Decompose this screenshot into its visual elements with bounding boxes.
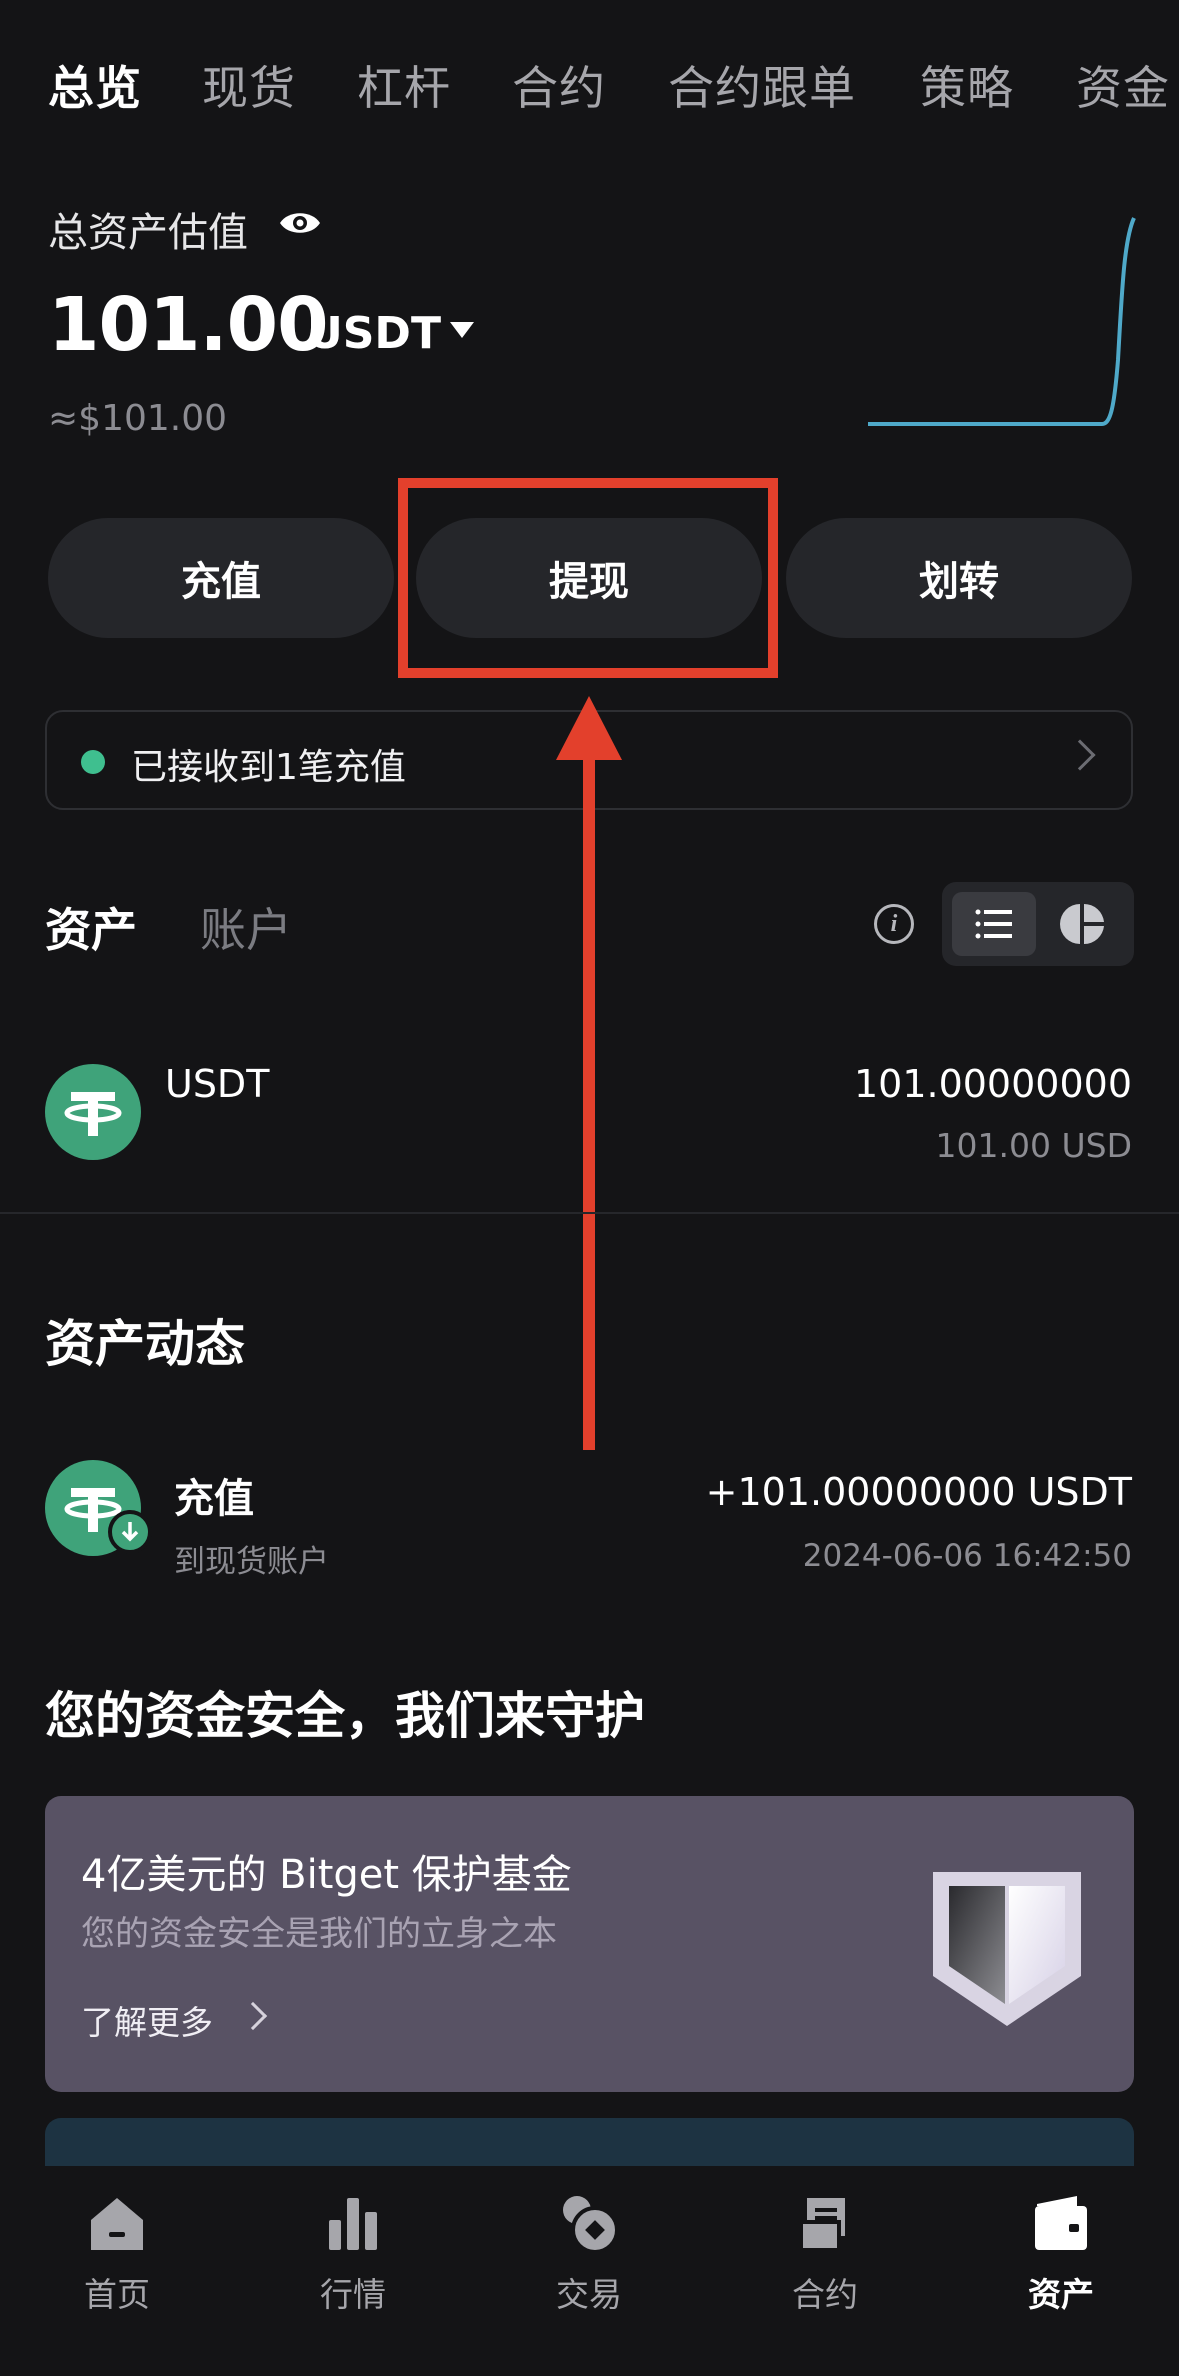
balance-usd-approx: ≈$101.00 bbox=[48, 398, 228, 439]
protection-fund-card[interactable]: 4亿美元的 Bitget 保护基金 您的资金安全是我们的立身之本 了解更多 bbox=[45, 1796, 1134, 2092]
chevron-right-icon bbox=[238, 2001, 268, 2031]
caret-down-icon[interactable] bbox=[450, 322, 474, 338]
nav-markets-label: 行情 bbox=[320, 2275, 386, 2314]
transfer-button[interactable]: 划转 bbox=[786, 518, 1132, 638]
nav-assets-label: 资产 bbox=[1028, 2275, 1094, 2314]
nav-assets[interactable]: 资产 bbox=[971, 2192, 1151, 2316]
tab-accounts[interactable]: 账户 bbox=[200, 894, 292, 960]
asset-usd-value: 101.00 USD bbox=[935, 1126, 1132, 1165]
tab-futures[interactable]: 合约 bbox=[512, 52, 606, 118]
notice-text: 已接收到1笔充值 bbox=[131, 747, 406, 788]
tab-overview[interactable]: 总览 bbox=[48, 52, 142, 118]
asset-amount: 101.00000000 bbox=[853, 1062, 1132, 1106]
bottom-nav: 首页 行情 交易 合约 资产 bbox=[0, 2166, 1179, 2376]
divider bbox=[0, 1212, 1179, 1214]
balance-unit[interactable]: USDT bbox=[307, 308, 441, 359]
top-tab-bar: 总览 现货 杠杆 合约 合约跟单 策略 资金 bbox=[0, 52, 1179, 122]
asset-name: USDT bbox=[165, 1062, 270, 1106]
nav-futures[interactable]: 合约 bbox=[735, 2192, 915, 2316]
nav-home[interactable]: 首页 bbox=[27, 2192, 207, 2316]
tab-copy-trading[interactable]: 合约跟单 bbox=[668, 52, 856, 118]
chevron-right-icon bbox=[1064, 739, 1096, 771]
annotation-highlight-box bbox=[398, 478, 778, 678]
nav-markets[interactable]: 行情 bbox=[263, 2192, 443, 2316]
download-arrow-icon bbox=[108, 1510, 152, 1554]
deposit-button[interactable]: 充值 bbox=[48, 518, 394, 638]
security-section-title: 您的资金安全，我们来守护 bbox=[45, 1687, 645, 1745]
chart-bars-icon bbox=[329, 2198, 377, 2250]
info-icon[interactable]: i bbox=[874, 904, 914, 944]
nav-trade-label: 交易 bbox=[556, 2275, 622, 2314]
activity-item-amount: +101.00000000 USDT bbox=[705, 1470, 1132, 1514]
activity-item-title: 充值 bbox=[174, 1476, 254, 1522]
list-view-button[interactable] bbox=[952, 892, 1036, 956]
nav-futures-label: 合约 bbox=[792, 2275, 858, 2314]
tab-spot[interactable]: 现货 bbox=[202, 52, 296, 118]
activity-section-title: 资产动态 bbox=[45, 1315, 245, 1373]
nav-trade[interactable]: 交易 bbox=[499, 2192, 679, 2316]
activity-item-time: 2024-06-06 16:42:50 bbox=[802, 1538, 1132, 1574]
annotation-arrow-line bbox=[583, 750, 595, 1450]
activity-item-subtitle: 到现货账户 bbox=[174, 1544, 329, 1580]
home-icon bbox=[91, 2198, 143, 2250]
learn-more-link[interactable]: 了解更多 bbox=[81, 1996, 213, 2044]
shield-icon bbox=[933, 1872, 1081, 2026]
trade-icon bbox=[563, 2196, 619, 2254]
total-asset-label: 总资产估值 bbox=[48, 210, 248, 256]
tab-assets[interactable]: 资产 bbox=[45, 894, 137, 960]
promo-subtitle: 您的资金安全是我们的立身之本 bbox=[81, 1914, 557, 1954]
wallet-icon bbox=[1035, 2196, 1087, 2250]
nav-home-label: 首页 bbox=[84, 2275, 150, 2314]
list-icon bbox=[975, 909, 1012, 939]
usdt-coin-icon bbox=[45, 1064, 141, 1160]
eye-icon[interactable] bbox=[278, 208, 322, 238]
balance-sparkline bbox=[868, 217, 1136, 426]
tab-margin[interactable]: 杠杆 bbox=[357, 52, 451, 118]
status-dot-icon bbox=[81, 750, 105, 774]
pie-chart-icon bbox=[1060, 903, 1104, 945]
view-toggle bbox=[942, 882, 1134, 966]
contract-icon bbox=[799, 2198, 845, 2252]
promo-title: 4亿美元的 Bitget 保护基金 bbox=[81, 1852, 572, 1898]
pie-view-button[interactable] bbox=[1040, 892, 1124, 956]
tab-strategy[interactable]: 策略 bbox=[920, 52, 1014, 118]
total-balance: 101.00 bbox=[48, 282, 329, 368]
tab-funding[interactable]: 资金 bbox=[1076, 52, 1170, 118]
